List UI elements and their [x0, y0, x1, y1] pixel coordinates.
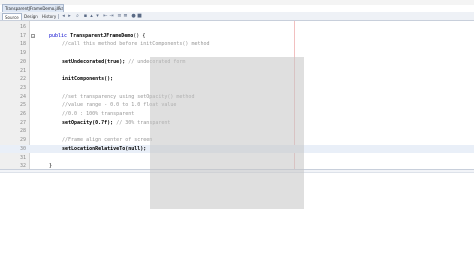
line-number: 29 [19, 137, 26, 144]
line-number: 23 [19, 84, 26, 91]
line-number: 27 [19, 119, 26, 126]
forward-icon[interactable]: ▸ [67, 14, 72, 19]
stop-macro-icon[interactable]: ■ [137, 14, 142, 19]
toolbar-separator [58, 14, 59, 19]
prev-bookmark-icon[interactable]: ▴ [89, 14, 94, 19]
tab-design[interactable]: Design [22, 13, 40, 20]
close-icon[interactable]: × [57, 5, 61, 12]
code-text: initComponents(); [62, 76, 114, 83]
code-line: 16 [0, 23, 474, 32]
line-number: 31 [19, 154, 26, 161]
window-top-strip [0, 0, 474, 5]
code-text: //call this method before initComponents… [62, 41, 210, 48]
line-number: 26 [19, 111, 26, 117]
code-line: 17 − public TransparentJFrameDemo() { [0, 32, 474, 41]
code-text: //0.0 : 100% transparent [62, 111, 135, 117]
toggle-bookmark-icon[interactable]: ▪ [83, 14, 88, 19]
line-number: 20 [19, 58, 26, 65]
code-text: //Frame align center of screen [62, 137, 153, 144]
editor-toolbar: Source Design History ◂ ▸ ⌕ ▪ ▴ ▾ ⇤ ⇥ ≡ … [0, 12, 474, 21]
shift-right-icon[interactable]: ⇥ [109, 14, 114, 19]
line-number: 21 [19, 67, 26, 74]
line-number: 17 [19, 32, 26, 39]
line-number: 25 [19, 102, 26, 109]
next-bookmark-icon[interactable]: ▾ [95, 14, 100, 19]
line-number: 30 [19, 145, 26, 152]
file-tab[interactable]: TransparentJFrameDemo.java × [2, 4, 64, 12]
file-tab-label: TransparentJFrameDemo.java [5, 6, 64, 11]
uncomment-icon[interactable]: ≣ [123, 14, 128, 19]
line-number: 28 [19, 128, 26, 135]
code-text: setLocationRelativeTo(null); [62, 145, 147, 152]
line-number: 16 [19, 24, 26, 30]
run-macro-icon[interactable]: ● [131, 14, 136, 19]
code-text: public TransparentJFrameDemo() { [49, 32, 146, 39]
tab-source[interactable]: Source [2, 13, 22, 20]
line-number: 18 [19, 41, 26, 48]
fold-toggle-icon[interactable]: − [31, 33, 35, 38]
find-icon[interactable]: ⌕ [75, 14, 80, 19]
line-number: 24 [19, 93, 26, 100]
transparent-jframe-window[interactable] [150, 57, 304, 209]
shift-left-icon[interactable]: ⇤ [103, 14, 108, 19]
code-line: 18 //call this method before initCompone… [0, 40, 474, 49]
line-number: 22 [19, 76, 26, 83]
line-number: 19 [19, 50, 26, 57]
tab-history[interactable]: History [40, 13, 58, 20]
back-icon[interactable]: ◂ [61, 14, 66, 19]
comment-icon[interactable]: ≡ [117, 14, 122, 19]
